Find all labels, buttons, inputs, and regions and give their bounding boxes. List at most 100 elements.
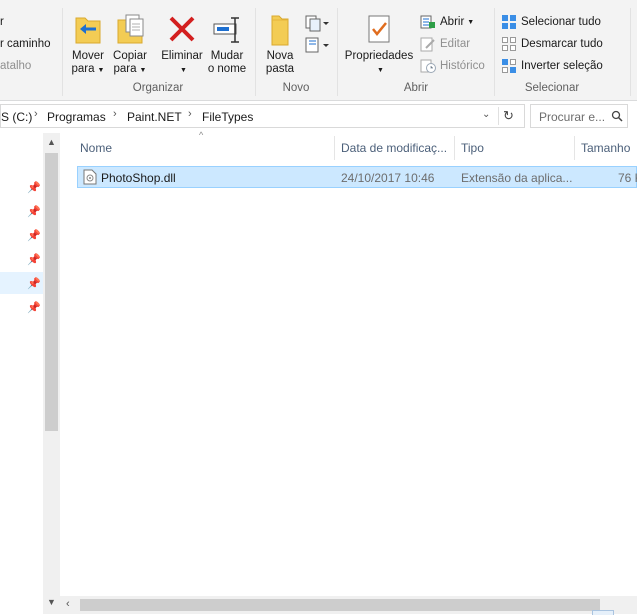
hscroll-thumb[interactable]: [80, 599, 600, 611]
pin-icon[interactable]: 📌: [27, 301, 41, 314]
ribbon-separator: [337, 8, 338, 96]
delete-button[interactable]: Eliminar ▼: [158, 12, 206, 77]
history-icon: [420, 58, 436, 74]
properties-caret: ▼: [377, 67, 384, 74]
invert-selection-icon: [501, 58, 517, 74]
column-separator[interactable]: [454, 136, 455, 160]
column-separator[interactable]: [574, 136, 575, 160]
select-group-label: Selecionar: [524, 82, 580, 94]
copy-path-button[interactable]: r caminho: [0, 38, 51, 50]
new-item-icon: [305, 15, 329, 32]
easy-access-icon: [305, 37, 329, 53]
new-group-label: Novo: [282, 82, 310, 94]
new-folder-label-1: Nova: [266, 50, 294, 62]
chevron-right-icon[interactable]: ›: [113, 108, 117, 120]
rename-label-1: Mudar: [210, 50, 244, 62]
properties-button[interactable]: Propriedades ▼: [342, 12, 416, 77]
invert-selection-label: Inverter seleção: [521, 60, 603, 72]
paste-partial-label[interactable]: r: [0, 16, 4, 28]
rename-button[interactable]: Mudar o nome: [205, 12, 249, 76]
horizontal-scrollbar[interactable]: ‹: [60, 596, 637, 615]
scroll-left-icon[interactable]: ‹: [66, 598, 70, 610]
column-header-size[interactable]: Tamanho: [581, 141, 630, 155]
new-item-button[interactable]: [304, 14, 330, 32]
address-dropdown-icon[interactable]: ⌄: [482, 109, 490, 120]
select-none-label: Desmarcar tudo: [521, 38, 603, 50]
ribbon-separator: [630, 8, 631, 96]
file-name[interactable]: PhotoShop.dll: [101, 171, 176, 185]
delete-x-icon: [169, 16, 195, 42]
column-separator[interactable]: [334, 136, 335, 160]
chevron-right-icon[interactable]: ›: [188, 108, 192, 120]
pin-icon[interactable]: 📌: [27, 253, 41, 266]
pin-icon[interactable]: 📌: [27, 205, 41, 218]
navigation-pane: 📌 📌 📌 📌 📌 📌: [0, 133, 43, 614]
column-header-modified[interactable]: Data de modificaç...: [341, 141, 447, 155]
edit-button: Editar: [420, 34, 470, 54]
breadcrumb-paintnet[interactable]: Paint.NET: [127, 110, 182, 124]
copy-to-label-1: Copiar: [113, 50, 147, 62]
delete-caret: ▼: [180, 67, 187, 74]
open-group-label: Abrir: [403, 82, 429, 94]
invert-selection-button[interactable]: Inverter seleção: [501, 56, 603, 76]
paste-shortcut-button[interactable]: atalho: [0, 60, 31, 72]
history-button: Histórico: [420, 56, 485, 76]
ribbon: r r caminho atalho Mover para ▼ Copiar pa…: [0, 0, 637, 101]
search-icon: [611, 110, 623, 122]
select-none-icon: [501, 36, 517, 52]
properties-label: Propriedades: [344, 50, 414, 62]
edit-label: Editar: [440, 38, 471, 50]
move-to-label-2: para ▼: [71, 63, 105, 75]
pin-icon[interactable]: 📌: [27, 229, 41, 242]
column-header-name[interactable]: Nome: [80, 141, 112, 155]
sort-ascending-icon: ^: [199, 130, 204, 140]
file-modified: 24/10/2017 10:46: [341, 171, 435, 185]
history-label: Histórico: [440, 60, 485, 72]
nav-scroll-thumb[interactable]: [45, 153, 58, 431]
select-none-button[interactable]: Desmarcar tudo: [501, 34, 603, 54]
chevron-right-icon[interactable]: ›: [34, 108, 38, 120]
breadcrumb-drive[interactable]: S (C:): [1, 110, 32, 124]
breadcrumb-programas[interactable]: Programas: [47, 110, 106, 124]
delete-label: Eliminar: [161, 50, 203, 62]
pin-icon[interactable]: 📌: [27, 277, 41, 290]
rename-label-2: o nome: [207, 63, 247, 75]
scroll-up-icon[interactable]: ▲: [47, 137, 56, 147]
move-folder-icon: [75, 17, 101, 44]
new-folder-button[interactable]: Nova pasta: [262, 12, 298, 76]
select-all-button[interactable]: Selecionar tudo: [501, 12, 601, 32]
copy-folder-icon: [117, 14, 144, 44]
easy-access-button[interactable]: [304, 36, 330, 54]
file-size: 76 K: [618, 171, 637, 185]
search-placeholder[interactable]: Procurar e...: [539, 110, 605, 124]
properties-icon: [368, 15, 390, 43]
ribbon-separator: [62, 8, 63, 96]
open-button[interactable]: Abrir ▼: [420, 12, 474, 32]
rename-icon: [213, 17, 239, 43]
address-bar[interactable]: S (C:) › Programas › Paint.NET › FileTyp…: [0, 104, 525, 128]
address-separator: [498, 107, 499, 125]
move-to-button[interactable]: Mover para ▼: [66, 12, 110, 77]
organize-group-label: Organizar: [132, 82, 184, 94]
ribbon-separator: [255, 8, 256, 96]
new-folder-icon: [271, 15, 289, 46]
pin-icon[interactable]: 📌: [27, 181, 41, 194]
breadcrumb-filetypes[interactable]: FileTypes: [202, 110, 253, 124]
open-label: Abrir: [440, 16, 465, 28]
open-icon: [420, 14, 436, 30]
search-box[interactable]: Procurar e...: [530, 104, 628, 128]
column-header-type[interactable]: Tipo: [461, 141, 484, 155]
edit-icon: [420, 36, 436, 52]
new-folder-label-2: pasta: [265, 63, 295, 75]
select-all-icon: [501, 14, 517, 30]
scroll-down-icon[interactable]: ▼: [47, 597, 56, 607]
select-all-label: Selecionar tudo: [521, 16, 601, 28]
file-type: Extensão da aplica...: [461, 171, 573, 185]
ribbon-separator: [494, 8, 495, 96]
file-row[interactable]: PhotoShop.dll 24/10/2017 10:46 Extensão …: [77, 166, 637, 188]
refresh-icon[interactable]: ↻: [503, 108, 514, 124]
view-toggle-icon[interactable]: [592, 610, 614, 615]
nav-scrollbar[interactable]: ▲ ▼: [43, 133, 60, 614]
move-to-label-1: Mover: [72, 50, 104, 62]
copy-to-button[interactable]: Copiar para ▼: [110, 12, 150, 77]
